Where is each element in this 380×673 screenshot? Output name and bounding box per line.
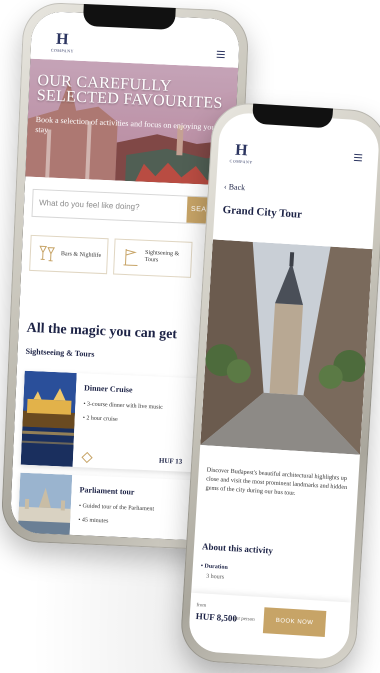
diamond-icon	[81, 451, 93, 464]
booking-footer: from HUF 8,500 per person BOOK NOW	[187, 592, 351, 661]
phone-detail: H COMPANY ‹ Back Grand City Tour Discove…	[179, 101, 380, 671]
logo-text: COMPANY	[50, 47, 75, 54]
tour-bullet: • 2 hour cruise	[82, 415, 118, 423]
back-link[interactable]: ‹ Back	[224, 182, 246, 192]
search-bar: What do you feel like doing? SEARCH	[31, 188, 227, 226]
per-person-label: per person	[233, 616, 255, 623]
duration-value: 3 hours	[206, 573, 225, 581]
tour-bullet: • 45 minutes	[78, 517, 109, 525]
hamburger-menu-icon[interactable]	[216, 50, 225, 60]
category-label: Sightseeing & Tours	[144, 249, 180, 264]
hamburger-menu-icon[interactable]	[353, 153, 363, 163]
category-bars-nightlife[interactable]: Bars & Nightlife	[29, 234, 109, 275]
phone-detail-screen: H COMPANY ‹ Back Grand City Tour Discove…	[187, 111, 380, 661]
detail-street-image	[200, 239, 373, 455]
hero-banner: OUR CAREFULLY SELECTED FAVOURITES Book a…	[25, 58, 239, 186]
section-subtitle: Sightseeing & Tours	[25, 346, 95, 359]
tour-price: HUF 13	[158, 456, 183, 466]
tour-name: Dinner Cruise	[83, 383, 133, 395]
company-logo[interactable]: H COMPANY	[229, 141, 253, 165]
tour-image	[17, 472, 73, 535]
detail-price: HUF 8,500	[195, 611, 238, 624]
search-input[interactable]: What do you feel like doing?	[39, 198, 140, 211]
cocktail-glasses-icon	[39, 245, 55, 262]
tour-name: Parliament tour	[79, 485, 135, 497]
logo-mark: H	[55, 30, 70, 49]
company-logo[interactable]: H COMPANY	[50, 30, 75, 54]
category-sightseeing-tours[interactable]: Sightseeing & Tours	[113, 238, 193, 278]
detail-description: Discover Budapest's beautiful architectu…	[205, 466, 348, 497]
detail-title: Grand City Tour	[222, 203, 303, 221]
tour-image	[20, 370, 77, 467]
tour-bullet: • 3-course dinner with live music	[83, 401, 164, 411]
category-label: Bars & Nightlife	[60, 251, 102, 259]
duration-label: • Duration	[200, 563, 228, 571]
logo-text: COMPANY	[229, 158, 253, 165]
phone-notch	[82, 3, 176, 30]
flag-map-icon	[123, 249, 138, 267]
logo-mark: H	[234, 141, 250, 160]
from-label: from	[196, 603, 207, 609]
section-title: All the magic you can get	[26, 320, 178, 343]
book-now-button[interactable]: BOOK NOW	[262, 607, 327, 637]
tour-bullet: • Guided tour of the Parliament	[78, 503, 155, 513]
about-title: About this activity	[201, 541, 274, 556]
